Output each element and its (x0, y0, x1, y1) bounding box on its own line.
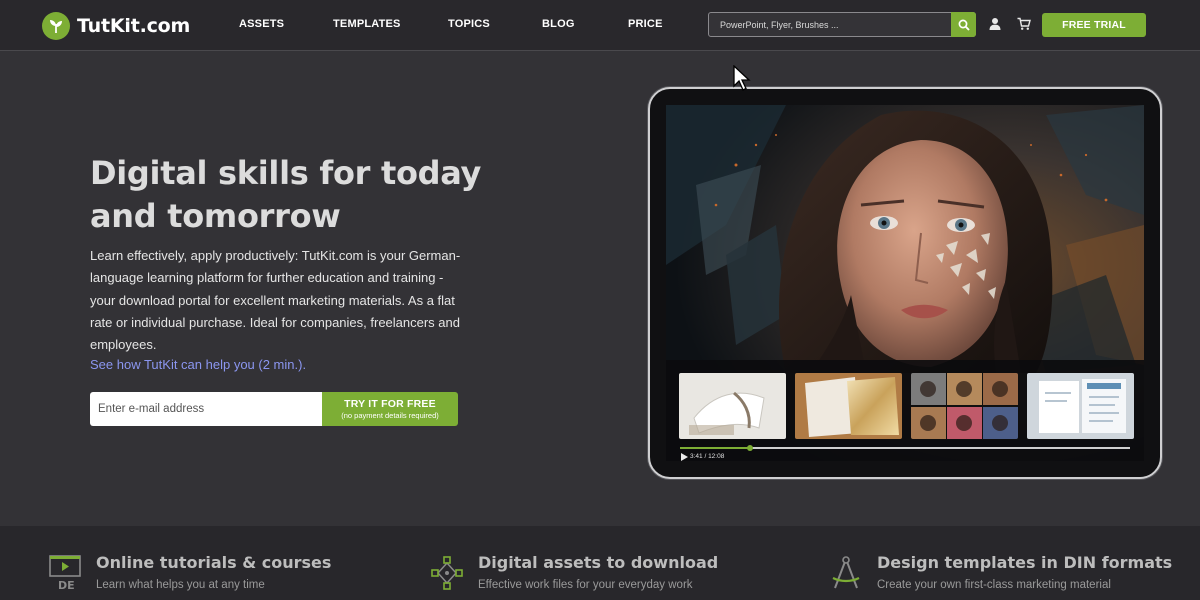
logo-text: TutKit.com (77, 15, 191, 37)
features-bar: DE Online tutorials & courses Learn what… (0, 526, 1200, 600)
feature-title: Online tutorials & courses (96, 553, 332, 572)
site-header: TutKit.com ASSETS TEMPLATES TOPICS BLOG … (0, 0, 1200, 51)
thumbnail-book-mockup[interactable] (679, 373, 786, 439)
thumbnail-portrait-grid[interactable] (911, 373, 1018, 439)
how-tutkit-helps-link[interactable]: See how TutKit can help you (2 min.). (90, 357, 306, 372)
video-progress-fill (680, 447, 751, 449)
video-play-icon: DE (49, 555, 81, 592)
feature-subtitle: Create your own first-class marketing ma… (877, 579, 1111, 591)
hero-title: Digital skills for today and tomorrow (90, 154, 482, 235)
search-icon (958, 19, 970, 31)
search-input[interactable] (709, 13, 951, 36)
thumbnail-strip (679, 373, 1137, 439)
search-button[interactable] (951, 12, 976, 37)
free-trial-button[interactable]: FREE TRIAL (1042, 13, 1146, 37)
video-player[interactable]: 3:41 / 12:08 (666, 105, 1144, 461)
feature-title: Design templates in DIN formats (877, 553, 1173, 572)
email-input[interactable] (90, 392, 323, 426)
logo[interactable]: TutKit.com (42, 11, 190, 41)
nav-price[interactable]: PRICE (628, 18, 663, 30)
mouse-pointer-icon (733, 65, 751, 91)
video-progress-bar[interactable] (680, 445, 1130, 451)
leaf-logo-icon (42, 12, 70, 40)
compass-icon (832, 556, 860, 589)
nav-topics[interactable]: TOPICS (448, 18, 490, 30)
try-for-free-label: TRY IT FOR FREE (344, 398, 436, 410)
thumbnail-brochure[interactable] (1027, 373, 1134, 439)
feature-title: Digital assets to download (478, 553, 719, 572)
hero-description: Learn effectively, apply productively: T… (90, 248, 461, 353)
feature-subtitle: Effective work files for your everyday w… (478, 579, 693, 591)
feature-subtitle: Learn what helps you at any time (96, 579, 265, 591)
thumbnail-gold-paper[interactable] (795, 373, 902, 439)
video-time: 3:41 / 12:08 (690, 453, 725, 460)
search-box (708, 12, 976, 37)
tablet-mockup: 3:41 / 12:08 (648, 87, 1162, 479)
signup-form: TRY IT FOR FREE (no payment details requ… (90, 392, 458, 426)
nav-blog[interactable]: BLOG (542, 18, 575, 30)
vector-nodes-icon (431, 556, 463, 590)
user-icon[interactable] (988, 17, 1002, 31)
cart-icon[interactable] (1017, 17, 1031, 31)
try-for-free-button[interactable]: TRY IT FOR FREE (no payment details requ… (322, 392, 458, 426)
play-icon[interactable] (681, 453, 688, 461)
try-for-free-note: (no payment details required) (341, 411, 439, 420)
language-code-label: DE (58, 579, 75, 592)
nav-assets[interactable]: ASSETS (239, 18, 284, 30)
nav-templates[interactable]: TEMPLATES (333, 18, 401, 30)
